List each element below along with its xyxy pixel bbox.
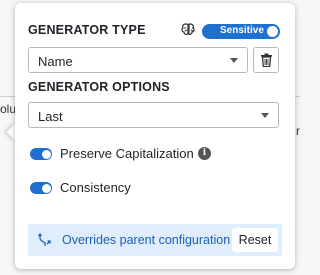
preserve-capitalization-toggle[interactable] [30,148,52,160]
info-icon[interactable]: i [198,147,211,160]
sensitive-toggle-knob [267,26,278,37]
toggle-knob [41,149,51,159]
background-text-fragment: olu [0,102,17,116]
generator-type-heading: GENERATOR TYPE [28,23,146,37]
consistency-row: Consistency [30,180,230,198]
brain-icon [181,23,195,35]
split-arrow-icon [38,233,51,246]
generator-options-select[interactable]: Last [28,102,279,128]
chevron-down-icon [261,113,269,118]
override-notice: Overrides parent configuration Reset [28,224,282,256]
generator-popover: GENERATOR TYPE Sensitive Name GENERATOR … [15,3,295,269]
generator-type-value: Name [38,54,73,69]
preserve-capitalization-label: Preserve Capitalization [60,146,194,161]
consistency-toggle[interactable] [30,182,52,194]
sensitive-toggle[interactable]: Sensitive [202,24,280,39]
generator-type-select[interactable]: Name [28,47,248,73]
override-text: Overrides parent configuration [62,233,231,247]
sensitive-toggle-label: Sensitive [220,25,264,36]
preserve-capitalization-row: Preserve Capitalization i [30,146,230,164]
reset-button[interactable]: Reset [232,228,278,252]
consistency-label: Consistency [60,180,131,195]
generator-options-heading: GENERATOR OPTIONS [28,80,170,94]
toggle-knob [41,183,51,193]
trash-icon [261,53,272,67]
generator-options-value: Last [38,109,63,124]
chevron-down-icon [230,58,238,63]
background-text-fragment-right: r [296,124,300,138]
delete-generator-button[interactable] [253,47,279,73]
